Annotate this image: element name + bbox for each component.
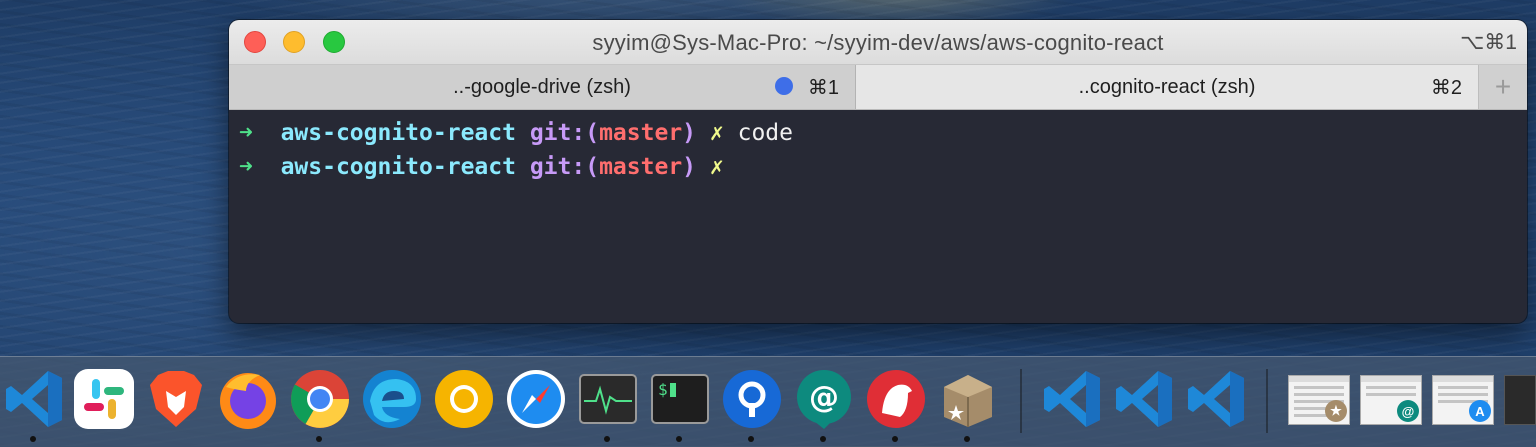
prompt-directory: aws-cognito-react — [280, 120, 516, 146]
tab-shortcut: ⌘2 — [1430, 77, 1462, 99]
chrome-canary-icon[interactable] — [432, 367, 496, 431]
tab-google-drive[interactable]: ..-google-drive (zsh) ⌘1 — [229, 65, 856, 109]
tab-cognito-react[interactable]: ..cognito-react (zsh) ⌘2 — [856, 65, 1479, 109]
terminal-window[interactable]: syyim@Sys-Mac-Pro: ~/syyim-dev/aws/aws-c… — [229, 20, 1527, 323]
activity-dot-icon — [775, 77, 793, 95]
dock-separator — [1266, 369, 1268, 433]
prompt-git-close: ) — [682, 154, 697, 180]
running-indicator — [964, 436, 970, 442]
activity-monitor-icon[interactable] — [576, 367, 640, 431]
edge-icon[interactable] — [360, 367, 424, 431]
vscode-insiders-icon[interactable] — [1040, 367, 1104, 431]
new-tab-button[interactable]: + — [1479, 65, 1527, 109]
dock-separator — [1020, 369, 1022, 433]
svg-text:@: @ — [809, 380, 839, 415]
prompt-dirty-mark: ✗ — [709, 154, 724, 180]
brave-icon[interactable] — [144, 367, 208, 431]
window-title: syyim@Sys-Mac-Pro: ~/syyim-dev/aws/aws-c… — [592, 30, 1164, 55]
prompt-arrow: ➜ — [239, 154, 253, 180]
prompt-git-close: ) — [682, 120, 697, 146]
minimized-window-thumbnail[interactable]: ★ — [1288, 375, 1350, 425]
prompt-git-label: git:( — [529, 154, 600, 180]
running-indicator — [748, 436, 754, 442]
app-store-badge-icon: A — [1469, 400, 1491, 422]
prompt-branch: master — [599, 120, 683, 146]
vscode-insiders-icon[interactable] — [1184, 367, 1248, 431]
vscode-insiders-icon[interactable] — [1112, 367, 1176, 431]
minimized-window-thumbnail[interactable]: @ — [1360, 375, 1422, 425]
safari-icon[interactable] — [504, 367, 568, 431]
tab-label: ..cognito-react (zsh) — [1078, 75, 1256, 98]
running-indicator — [604, 436, 610, 442]
tab-label: ..-google-drive (zsh) — [453, 75, 631, 98]
firefox-icon[interactable] — [216, 367, 280, 431]
mail-badge-icon: @ — [1397, 400, 1419, 422]
prompt-line: ➜ aws-cognito-react git:(master) ✗ — [239, 150, 1517, 184]
archive-badge-icon: ★ — [1325, 400, 1347, 422]
tab-bar: ..-google-drive (zsh) ⌘1 ..cognito-react… — [229, 65, 1527, 110]
chrome-icon[interactable] — [288, 367, 352, 431]
vscode-icon[interactable] — [2, 367, 66, 431]
terminal-icon[interactable]: $ — [648, 367, 712, 431]
running-indicator — [820, 436, 826, 442]
running-indicator — [892, 436, 898, 442]
dock: $ @ ★ @ A — [0, 356, 1536, 447]
terminal-output[interactable]: ➜ aws-cognito-react git:(master) ✗ code … — [229, 110, 1527, 190]
prompt-git-label: git:( — [529, 120, 600, 146]
prompt-command: code — [737, 120, 793, 146]
running-indicator — [30, 436, 36, 442]
prompt-dirty-mark: ✗ — [709, 120, 724, 146]
running-indicator — [676, 436, 682, 442]
mail-at-icon[interactable]: @ — [792, 367, 856, 431]
window-shortcut: ⌥⌘1 — [1460, 31, 1517, 54]
prompt-directory: aws-cognito-react — [280, 154, 516, 180]
archive-box-icon[interactable] — [936, 367, 1000, 431]
bear-icon[interactable] — [864, 367, 928, 431]
minimized-window-thumbnail[interactable]: A — [1432, 375, 1494, 425]
slack-icon[interactable] — [72, 367, 136, 431]
terminal-icon-prompt: $ — [658, 380, 668, 399]
title-bar[interactable]: syyim@Sys-Mac-Pro: ~/syyim-dev/aws/aws-c… — [229, 20, 1527, 65]
prompt-line: ➜ aws-cognito-react git:(master) ✗ code — [239, 116, 1517, 150]
prompt-branch: master — [599, 154, 683, 180]
running-indicator — [316, 436, 322, 442]
minimized-window-thumbnail[interactable] — [1504, 375, 1536, 425]
prompt-arrow: ➜ — [239, 120, 253, 146]
pritunl-icon[interactable] — [720, 367, 784, 431]
tab-shortcut: ⌘1 — [807, 77, 839, 99]
